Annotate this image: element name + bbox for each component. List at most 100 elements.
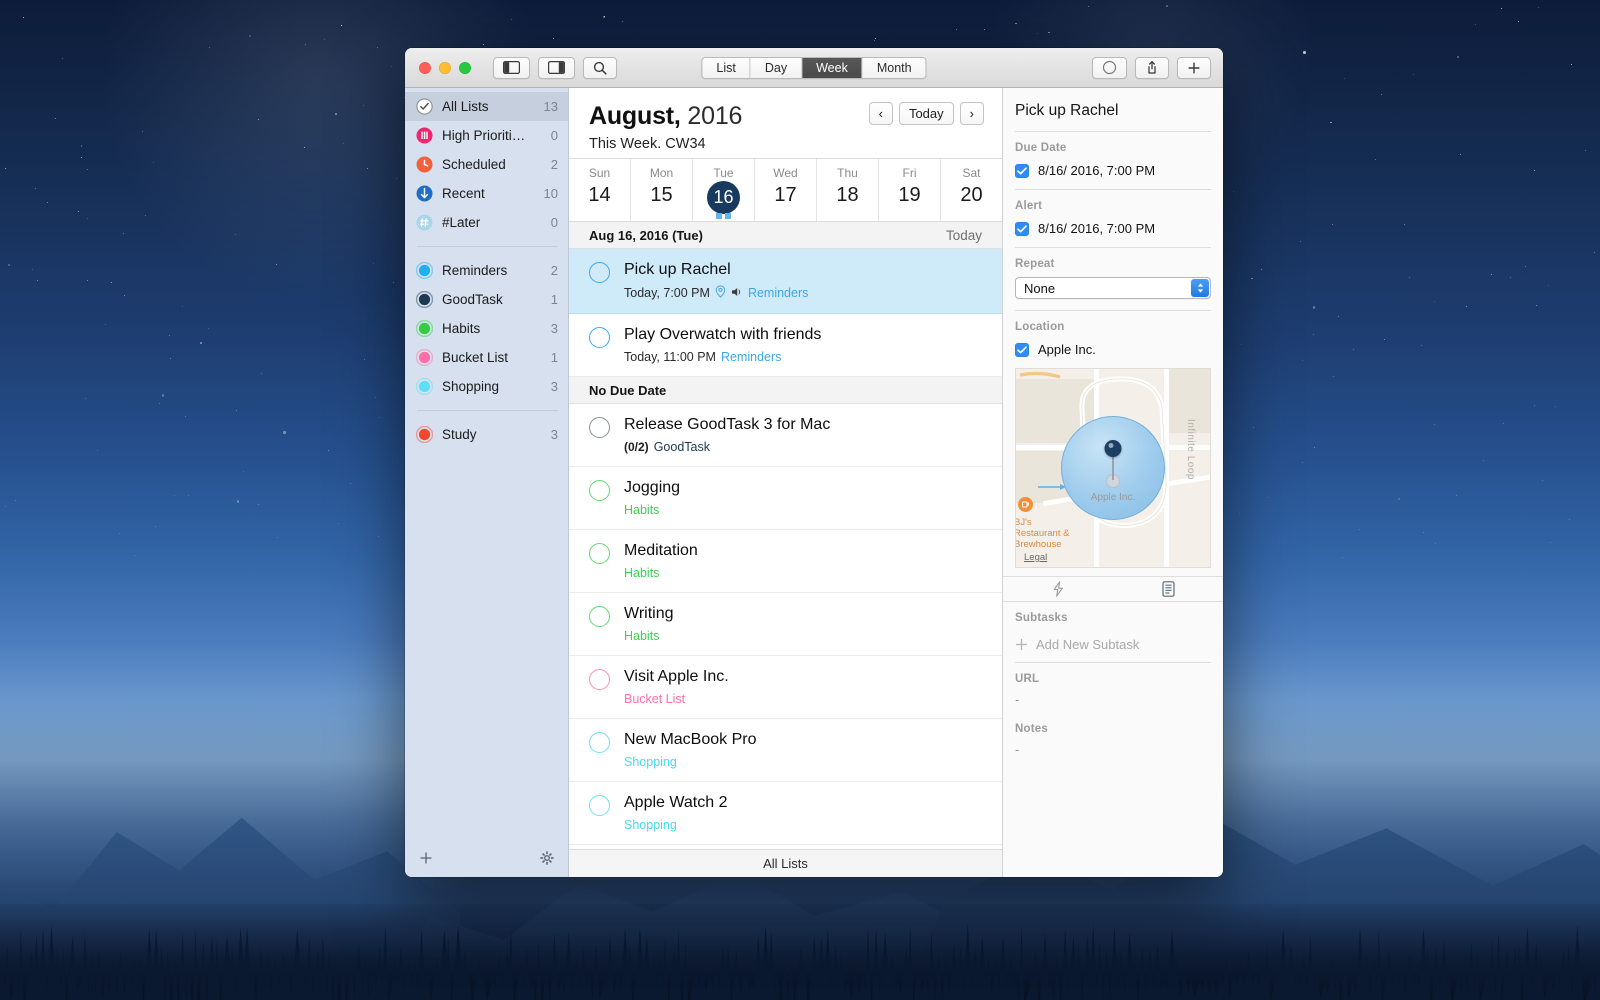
task-complete-circle[interactable]	[589, 606, 610, 627]
segment-month[interactable]: Month	[863, 58, 926, 78]
task-row[interactable]: WritingHabits	[569, 593, 1002, 656]
task-row[interactable]: New MacBook ProShopping	[569, 719, 1002, 782]
week-day-fri[interactable]: Fri19	[879, 159, 941, 221]
sidebar-item-label: High Prioriti…	[442, 128, 545, 143]
sidebar-item-later[interactable]: #Later0	[405, 208, 568, 237]
tree	[382, 924, 389, 1000]
task-title: Meditation	[624, 541, 984, 561]
segment-list[interactable]: List	[702, 58, 750, 78]
sidebar-item-label: Recent	[442, 186, 538, 201]
task-row[interactable]: Play Overwatch with friendsToday, 11:00 …	[569, 314, 1002, 377]
map-legal-link[interactable]: Legal	[1024, 552, 1047, 563]
inspector-toggle-button[interactable]	[538, 57, 575, 79]
due-date-row[interactable]: 8/16/ 2016, 7:00 PM	[1015, 163, 1211, 178]
tab-notes[interactable]	[1113, 577, 1223, 601]
sidebar-item-study[interactable]: Study3	[405, 420, 568, 449]
add-task-button[interactable]	[1177, 57, 1211, 79]
list-icon	[416, 378, 433, 395]
prev-week-button[interactable]: ‹	[869, 102, 893, 125]
week-day-thu[interactable]: Thu18	[817, 159, 879, 221]
due-date-value[interactable]: 8/16/ 2016, 7:00 PM	[1038, 163, 1155, 178]
list-color-icon	[416, 291, 433, 308]
day-of-week-label: Sun	[589, 166, 610, 180]
segment-day[interactable]: Day	[751, 58, 802, 78]
task-complete-circle[interactable]	[589, 417, 610, 438]
list-icon	[416, 185, 433, 202]
view-mode-segmented-control[interactable]: List Day Week Month	[701, 57, 926, 79]
task-meta: Shopping	[624, 755, 984, 769]
week-day-sat[interactable]: Sat20	[941, 159, 1002, 221]
today-button[interactable]: Today	[899, 102, 954, 125]
alert-checkbox[interactable]	[1015, 222, 1029, 236]
tree	[935, 954, 942, 1000]
sidebar-toggle-button[interactable]	[493, 57, 530, 79]
task-row[interactable]: Release GoodTask 3 for Mac(0/2)GoodTask	[569, 404, 1002, 467]
notes-label: Notes	[1015, 723, 1211, 735]
share-button[interactable]	[1135, 57, 1169, 79]
sidebar-item-habits[interactable]: Habits3	[405, 314, 568, 343]
tree	[319, 936, 327, 1000]
alert-label: Alert	[1015, 200, 1211, 212]
location-row[interactable]: Apple Inc.	[1015, 342, 1211, 357]
sidebar-item-recent[interactable]: Recent10	[405, 179, 568, 208]
tab-quick-actions[interactable]	[1003, 577, 1113, 601]
task-complete-circle[interactable]	[589, 327, 610, 348]
task-row[interactable]: MeditationHabits	[569, 530, 1002, 593]
due-date-checkbox[interactable]	[1015, 164, 1029, 178]
week-day-wed[interactable]: Wed17	[755, 159, 817, 221]
task-row[interactable]: JoggingHabits	[569, 467, 1002, 530]
sidebar-item-count: 0	[551, 215, 558, 230]
sidebar-item-high-prioriti[interactable]: High Prioriti…0	[405, 121, 568, 150]
segment-week[interactable]: Week	[802, 58, 863, 78]
repeat-select[interactable]: None	[1015, 277, 1211, 299]
complete-toggle-button[interactable]	[1092, 57, 1127, 79]
task-row[interactable]: Visit Apple Inc.Bucket List	[569, 656, 1002, 719]
tree	[1103, 947, 1110, 1000]
location-checkbox[interactable]	[1015, 343, 1029, 357]
task-complete-circle[interactable]	[589, 795, 610, 816]
tree	[781, 967, 788, 1000]
sidebar-item-all-lists[interactable]: All Lists13	[405, 92, 568, 121]
add-list-button[interactable]	[419, 851, 433, 870]
task-row[interactable]: Apple Watch 2Shopping	[569, 782, 1002, 845]
week-day-sun[interactable]: Sun14	[569, 159, 631, 221]
url-value[interactable]: -	[1003, 687, 1223, 707]
alert-row[interactable]: 8/16/ 2016, 7:00 PM	[1015, 221, 1211, 236]
task-complete-circle[interactable]	[589, 543, 610, 564]
plus-icon	[419, 851, 433, 865]
minimize-button[interactable]	[439, 62, 451, 74]
tree	[865, 926, 871, 1000]
settings-button[interactable]	[540, 851, 554, 870]
week-day-tue[interactable]: Tue16	[693, 159, 755, 221]
next-week-button[interactable]: ›	[960, 102, 984, 125]
tree	[165, 952, 170, 1000]
sidebar-item-reminders[interactable]: Reminders2	[405, 256, 568, 285]
location-value[interactable]: Apple Inc.	[1038, 342, 1096, 357]
search-button[interactable]	[583, 57, 617, 79]
tree	[732, 951, 741, 1000]
week-day-mon[interactable]: Mon15	[631, 159, 693, 221]
close-button[interactable]	[419, 62, 431, 74]
tree	[1495, 933, 1502, 1000]
task-row[interactable]: Pick up RachelToday, 7:00 PMReminders	[569, 249, 1002, 314]
zoom-button[interactable]	[459, 62, 471, 74]
location-map[interactable]: Apple Inc. Infinite Loop BJ's Restaurant…	[1015, 368, 1211, 568]
task-complete-circle[interactable]	[589, 669, 610, 690]
sidebar-item-shopping[interactable]: Shopping3	[405, 372, 568, 401]
map-pin-group: Apple Inc.	[1061, 416, 1165, 520]
task-complete-circle[interactable]	[589, 732, 610, 753]
alert-value[interactable]: 8/16/ 2016, 7:00 PM	[1038, 221, 1155, 236]
chevron-updown-icon[interactable]	[1191, 279, 1209, 297]
notes-value[interactable]: -	[1003, 737, 1223, 757]
sidebar-item-goodtask[interactable]: GoodTask1	[405, 285, 568, 314]
sidebar-item-bucket-list[interactable]: Bucket List1	[405, 343, 568, 372]
sidebar-item-scheduled[interactable]: Scheduled2	[405, 150, 568, 179]
tree	[1054, 952, 1060, 1000]
task-complete-circle[interactable]	[589, 262, 610, 283]
task-complete-circle[interactable]	[589, 480, 610, 501]
window-toolbar: List Day Week Month	[405, 48, 1223, 88]
tree	[88, 956, 96, 1000]
add-subtask-row[interactable]: Add New Subtask	[1003, 628, 1223, 662]
tree	[928, 931, 935, 1000]
day-number: 16	[707, 181, 740, 214]
